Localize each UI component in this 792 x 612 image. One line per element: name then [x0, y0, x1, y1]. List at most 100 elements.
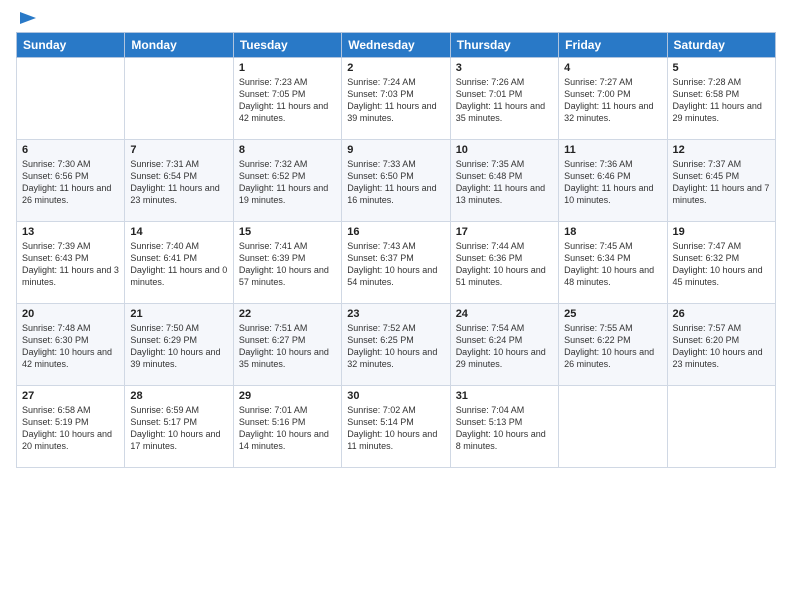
day-number: 12 — [673, 144, 770, 156]
day-number: 30 — [347, 390, 444, 402]
day-number: 31 — [456, 390, 553, 402]
calendar-cell: 9Sunrise: 7:33 AMSunset: 6:50 PMDaylight… — [342, 140, 450, 222]
col-header-monday: Monday — [125, 33, 233, 58]
calendar-cell: 1 Sunrise: 7:23 AMSunset: 7:05 PMDaylight… — [233, 58, 341, 140]
week-row-5: 27Sunrise: 6:58 AMSunset: 5:19 PMDayligh… — [17, 386, 776, 468]
cell-info: Sunrise: 7:55 AMSunset: 6:22 PMDaylight:… — [564, 323, 654, 369]
calendar-cell: 13 Sunrise: 7:39 AMSunset: 6:43 PMDayligh… — [17, 222, 125, 304]
day-number: 28 — [130, 390, 227, 402]
col-header-thursday: Thursday — [450, 33, 558, 58]
week-row-3: 13 Sunrise: 7:39 AMSunset: 6:43 PMDayligh… — [17, 222, 776, 304]
day-number: 21 — [130, 308, 227, 320]
cell-info: Sunrise: 7:32 AMSunset: 6:52 PMDaylight:… — [239, 159, 328, 205]
cell-info: Sunrise: 7:24 AMSunset: 7:03 PMDaylight:… — [347, 77, 436, 123]
cell-info: Sunrise: 7:28 AMSunset: 6:58 PMDaylight:… — [673, 77, 762, 123]
week-row-4: 20 Sunrise: 7:48 AMSunset: 6:30 PMDayligh… — [17, 304, 776, 386]
calendar-cell: 24Sunrise: 7:54 AMSunset: 6:24 PMDayligh… — [450, 304, 558, 386]
day-number: 14 — [130, 226, 227, 238]
calendar-cell: 20 Sunrise: 7:48 AMSunset: 6:30 PMDayligh… — [17, 304, 125, 386]
cell-info: Sunrise: 7:40 AMSunset: 6:41 PMDaylight:… — [130, 241, 227, 287]
cell-info: Sunrise: 7:04 AMSunset: 5:13 PMDaylight:… — [456, 405, 546, 451]
day-number: 27 — [22, 390, 119, 402]
calendar-cell — [667, 386, 775, 468]
day-number: 2 — [347, 62, 444, 74]
col-header-wednesday: Wednesday — [342, 33, 450, 58]
cell-info: Sunrise: 7:39 AMSunset: 6:43 PMDaylight:… — [22, 241, 119, 287]
day-number: 22 — [239, 308, 336, 320]
calendar-cell: 23 Sunrise: 7:52 AMSunset: 6:25 PMDayligh… — [342, 304, 450, 386]
day-number: 19 — [673, 226, 770, 238]
day-number: 16 — [347, 226, 444, 238]
calendar-cell: 19Sunrise: 7:47 AMSunset: 6:32 PMDayligh… — [667, 222, 775, 304]
calendar-cell — [125, 58, 233, 140]
calendar-cell: 27Sunrise: 6:58 AMSunset: 5:19 PMDayligh… — [17, 386, 125, 468]
cell-info: Sunrise: 7:27 AMSunset: 7:00 PMDaylight:… — [564, 77, 653, 123]
day-number: 17 — [456, 226, 553, 238]
day-number: 23 — [347, 308, 444, 320]
cell-info: Sunrise: 7:35 AMSunset: 6:48 PMDaylight:… — [456, 159, 545, 205]
day-number: 29 — [239, 390, 336, 402]
day-number: 13 — [22, 226, 119, 238]
calendar-cell: 31 Sunrise: 7:04 AMSunset: 5:13 PMDayligh… — [450, 386, 558, 468]
day-number: 3 — [456, 62, 553, 74]
header — [16, 12, 776, 24]
day-number: 8 — [239, 144, 336, 156]
day-number: 10 — [456, 144, 553, 156]
calendar-cell — [559, 386, 667, 468]
calendar-cell: 29 Sunrise: 7:01 AMSunset: 5:16 PMDayligh… — [233, 386, 341, 468]
calendar-page: SundayMondayTuesdayWednesdayThursdayFrid… — [0, 0, 792, 612]
calendar-cell: 11 Sunrise: 7:36 AMSunset: 6:46 PMDayligh… — [559, 140, 667, 222]
cell-info: Sunrise: 7:02 AMSunset: 5:14 PMDaylight:… — [347, 405, 437, 451]
cell-info: Sunrise: 7:48 AMSunset: 6:30 PMDaylight:… — [22, 323, 112, 369]
cell-info: Sunrise: 7:57 AMSunset: 6:20 PMDaylight:… — [673, 323, 763, 369]
cell-info: Sunrise: 7:52 AMSunset: 6:25 PMDaylight:… — [347, 323, 437, 369]
cell-info: Sunrise: 7:36 AMSunset: 6:46 PMDaylight:… — [564, 159, 653, 205]
calendar-cell — [17, 58, 125, 140]
calendar-cell: 16 Sunrise: 7:43 AMSunset: 6:37 PMDayligh… — [342, 222, 450, 304]
calendar-cell: 10 Sunrise: 7:35 AMSunset: 6:48 PMDayligh… — [450, 140, 558, 222]
day-number: 15 — [239, 226, 336, 238]
header-row: SundayMondayTuesdayWednesdayThursdayFrid… — [17, 33, 776, 58]
calendar-table: SundayMondayTuesdayWednesdayThursdayFrid… — [16, 32, 776, 468]
calendar-cell: 28 Sunrise: 6:59 AMSunset: 5:17 PMDayligh… — [125, 386, 233, 468]
calendar-cell: 25 Sunrise: 7:55 AMSunset: 6:22 PMDayligh… — [559, 304, 667, 386]
cell-info: Sunrise: 7:23 AMSunset: 7:05 PMDaylight:… — [239, 77, 328, 123]
cell-info: Sunrise: 7:33 AMSunset: 6:50 PMDaylight:… — [347, 159, 436, 205]
calendar-cell: 5 Sunrise: 7:28 AMSunset: 6:58 PMDaylight… — [667, 58, 775, 140]
day-number: 1 — [239, 62, 336, 74]
day-number: 5 — [673, 62, 770, 74]
col-header-sunday: Sunday — [17, 33, 125, 58]
col-header-saturday: Saturday — [667, 33, 775, 58]
cell-info: Sunrise: 7:01 AMSunset: 5:16 PMDaylight:… — [239, 405, 329, 451]
logo — [16, 12, 40, 24]
cell-info: Sunrise: 7:41 AMSunset: 6:39 PMDaylight:… — [239, 241, 329, 287]
calendar-cell: 15 Sunrise: 7:41 AMSunset: 6:39 PMDayligh… — [233, 222, 341, 304]
calendar-cell: 26 Sunrise: 7:57 AMSunset: 6:20 PMDayligh… — [667, 304, 775, 386]
calendar-cell: 6Sunrise: 7:30 AMSunset: 6:56 PMDaylight… — [17, 140, 125, 222]
calendar-cell: 2 Sunrise: 7:24 AMSunset: 7:03 PMDaylight… — [342, 58, 450, 140]
day-number: 26 — [673, 308, 770, 320]
day-number: 20 — [22, 308, 119, 320]
cell-info: Sunrise: 7:44 AMSunset: 6:36 PMDaylight:… — [456, 241, 546, 287]
calendar-cell: 8 Sunrise: 7:32 AMSunset: 6:52 PMDaylight… — [233, 140, 341, 222]
calendar-cell: 30 Sunrise: 7:02 AMSunset: 5:14 PMDayligh… — [342, 386, 450, 468]
calendar-cell: 12Sunrise: 7:37 AMSunset: 6:45 PMDayligh… — [667, 140, 775, 222]
calendar-cell: 3 Sunrise: 7:26 AMSunset: 7:01 PMDaylight… — [450, 58, 558, 140]
week-row-2: 6Sunrise: 7:30 AMSunset: 6:56 PMDaylight… — [17, 140, 776, 222]
calendar-cell: 22 Sunrise: 7:51 AMSunset: 6:27 PMDayligh… — [233, 304, 341, 386]
cell-info: Sunrise: 7:30 AMSunset: 6:56 PMDaylight:… — [22, 159, 111, 205]
calendar-cell: 17 Sunrise: 7:44 AMSunset: 6:36 PMDayligh… — [450, 222, 558, 304]
cell-info: Sunrise: 7:31 AMSunset: 6:54 PMDaylight:… — [130, 159, 219, 205]
day-number: 11 — [564, 144, 661, 156]
cell-info: Sunrise: 7:54 AMSunset: 6:24 PMDaylight:… — [456, 323, 546, 369]
cell-info: Sunrise: 7:45 AMSunset: 6:34 PMDaylight:… — [564, 241, 654, 287]
day-number: 7 — [130, 144, 227, 156]
calendar-cell: 14 Sunrise: 7:40 AMSunset: 6:41 PMDayligh… — [125, 222, 233, 304]
day-number: 25 — [564, 308, 661, 320]
day-number: 18 — [564, 226, 661, 238]
cell-info: Sunrise: 7:51 AMSunset: 6:27 PMDaylight:… — [239, 323, 329, 369]
cell-info: Sunrise: 6:59 AMSunset: 5:17 PMDaylight:… — [130, 405, 220, 451]
cell-info: Sunrise: 7:43 AMSunset: 6:37 PMDaylight:… — [347, 241, 437, 287]
cell-info: Sunrise: 7:26 AMSunset: 7:01 PMDaylight:… — [456, 77, 545, 123]
logo-flag-icon — [18, 10, 40, 28]
